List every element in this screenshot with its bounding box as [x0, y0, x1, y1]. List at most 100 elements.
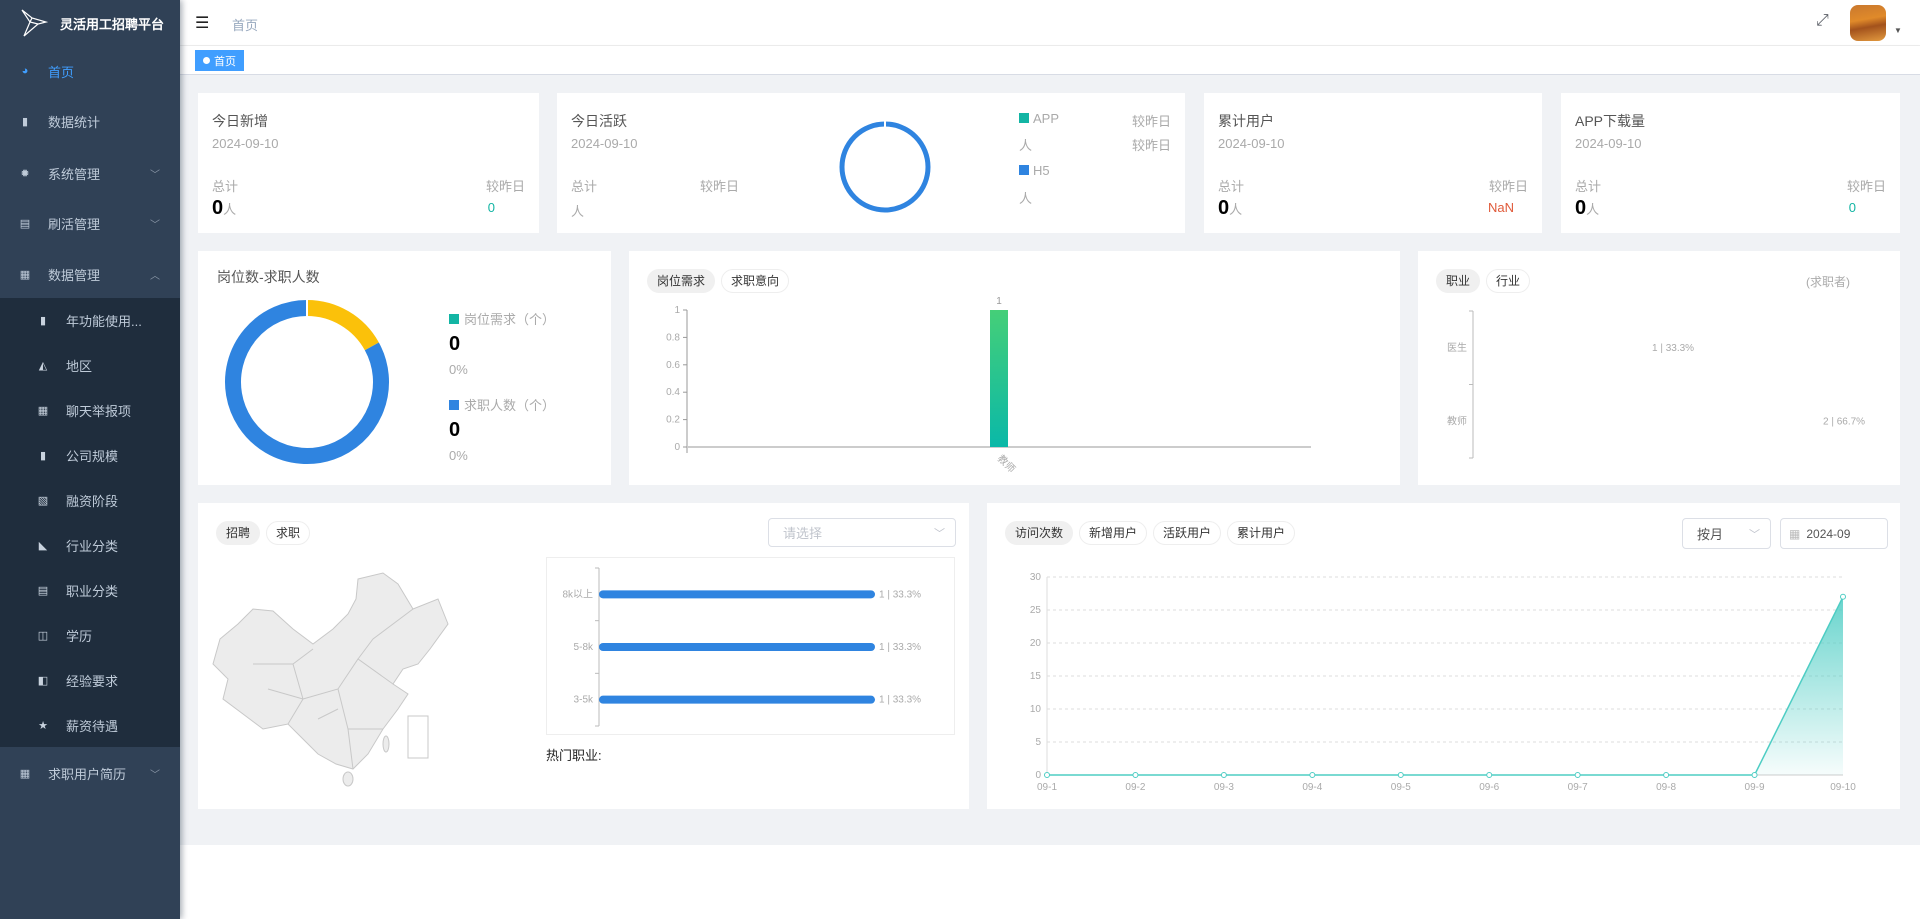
compare-label: 较昨日 — [485, 179, 525, 194]
sidebar-item-resumes[interactable]: ▦ 求职用户简历 ﹀ — [0, 748, 180, 798]
data-submenu: ▮ 年功能使用... ◭ 地区 ▦ 聊天举报项 ▮ 公司规模 ▧ 融资阶段 ◣ 行业分类 ▤… — [0, 298, 180, 747]
china-map[interactable] — [208, 569, 508, 791]
submenu-item[interactable]: ◫ 学历 — [0, 613, 180, 658]
region-select[interactable]: 请选择 ﹀ — [768, 518, 956, 547]
chevron-down-icon: ﹀ — [934, 527, 945, 540]
data-point — [1309, 772, 1316, 778]
submenu-label: 地区 — [66, 359, 93, 374]
x-tick-label: 09-5 — [1391, 782, 1411, 793]
tab-recruit[interactable]: 招聘 — [216, 521, 261, 545]
submenu-item[interactable]: ★ 薪资待遇 — [0, 703, 180, 748]
compare-label: 较昨日 — [1488, 179, 1528, 194]
book-icon: ◫ — [37, 630, 49, 642]
card-title: 今日新增 — [212, 113, 268, 129]
data-label: 2 | 66.7% — [1823, 416, 1865, 427]
compare-value: 0 — [487, 200, 495, 215]
card-date: 2024-09-10 — [571, 136, 638, 151]
seekers-value: 0 — [449, 419, 461, 441]
occupation-card: 职业 行业 (求职者) 医生 1 | 33.3% 教师 2 | 66.7% — [1418, 251, 1900, 485]
legend-h5: H5 — [1019, 163, 1050, 178]
sidebar-item-data[interactable]: ▦ 数据管理 ︿ — [0, 249, 180, 299]
submenu-label: 薪资待遇 — [66, 719, 119, 734]
hamburger-toggle-icon[interactable]: ☰ — [195, 13, 209, 33]
submenu-label: 学历 — [66, 629, 93, 644]
y-tick-label: 15 — [1030, 671, 1042, 682]
jobs-percent: 0% — [449, 362, 468, 377]
total-value: 0人 — [1218, 197, 1243, 219]
submenu-item[interactable]: ◣ 行业分类 — [0, 523, 180, 568]
bird-logo-icon — [21, 9, 48, 37]
logo[interactable]: 灵活用工招聘平台 — [0, 0, 180, 46]
total-label: 总计 — [571, 179, 598, 194]
x-tick-label: 09-4 — [1302, 782, 1322, 793]
submenu-item[interactable]: ◧ 经验要求 — [0, 658, 180, 703]
fullscreen-icon[interactable]: ⤢ — [1816, 12, 1829, 30]
compare-value: 0 — [1848, 200, 1856, 215]
sidebar-item-home[interactable]: ◕ 首页 — [0, 46, 180, 96]
submenu-label: 职业分类 — [66, 584, 119, 599]
x-tick-label: 09-1 — [1037, 782, 1057, 793]
card-date: 2024-09-10 — [1218, 136, 1285, 151]
y-tick-label: 0.8 — [666, 332, 680, 343]
series-line — [1047, 596, 1844, 776]
submenu-item[interactable]: ◭ 地区 — [0, 343, 180, 388]
tab-jobseek[interactable]: 求职 — [266, 521, 311, 545]
submenu-item[interactable]: ▦ 聊天举报项 — [0, 388, 180, 433]
breadcrumb[interactable]: 首页 — [232, 15, 258, 34]
salary-chart-box: 8k以上 1 | 33.3% 5-8k 1 | 33.3% 3-5k 1 | 33.3% — [546, 557, 955, 735]
total-label: 总计 — [212, 179, 239, 194]
jobs-seekers-donut — [225, 299, 389, 464]
avatar[interactable] — [1850, 5, 1886, 41]
submenu-item[interactable]: ▮ 公司规模 — [0, 433, 180, 478]
recruitment-card: 招聘 求职 请选择 ﹀ 8k以上 1 | 33.3% 5-8k 1 | 33.3% 3-5k… — [198, 503, 969, 809]
legend-swatch — [449, 314, 459, 324]
app-title: 灵活用工招聘平台 — [60, 16, 165, 32]
y-tick-label: 25 — [1030, 605, 1042, 616]
y-tick-label: 0 — [1035, 770, 1041, 781]
sidebar-item-label: 首页 — [48, 64, 75, 80]
h5-compare-label: 较昨日 — [1131, 138, 1171, 153]
sidebar-item-statistics[interactable]: ▮ 数据统计 — [0, 96, 180, 146]
gear-icon: ✹ — [20, 167, 30, 180]
south-sea-inset — [407, 715, 429, 759]
x-tick-label: 09-6 — [1479, 782, 1499, 793]
caret-down-icon[interactable]: ▼ — [1894, 26, 1902, 35]
data-point — [1663, 772, 1670, 778]
y-tick-label: 10 — [1030, 704, 1042, 715]
jobs-value: 0 — [449, 333, 461, 355]
y-tick-label: 医生 — [1447, 341, 1467, 354]
pulse-icon: ▧ — [37, 495, 49, 507]
data-point — [1574, 772, 1581, 778]
stat-card-total-users: 累计用户 2024-09-10 总计 0人 较昨日 NaN — [1204, 93, 1542, 233]
legend-swatch — [1019, 113, 1029, 123]
salary-bar-chart: 8k以上 1 | 33.3% 5-8k 1 | 33.3% 3-5k 1 | 33.3% — [562, 567, 921, 727]
h5-unit: 人 — [1019, 191, 1033, 206]
data-label: 1 | 33.3% — [879, 589, 921, 600]
tag-home[interactable]: 首页 — [195, 50, 244, 71]
map-taiwan — [382, 735, 390, 753]
submenu-item[interactable]: ▤ 职业分类 — [0, 568, 180, 613]
position-demand-card: 岗位需求 求职意向 0 0.2 0.4 0.6 0.8 1 1 教师 — [629, 251, 1400, 485]
submenu-label: 经验要求 — [66, 674, 119, 689]
submenu-item[interactable]: ▮ 年功能使用... — [0, 298, 180, 343]
sidebar-item-label: 刷活管理 — [48, 216, 101, 232]
total-label: 总计 — [1575, 179, 1602, 194]
sidebar-item-system[interactable]: ✹ 系统管理 ﹀ — [0, 148, 180, 198]
submenu-item[interactable]: ▧ 融资阶段 — [0, 478, 180, 523]
map-mainland — [212, 572, 449, 770]
donut-ring-h5 — [839, 121, 931, 213]
bar-chart-icon: ▮ — [39, 315, 47, 327]
position-demand-bar-chart: 0 0.2 0.4 0.6 0.8 1 1 教师 — [666, 296, 1311, 475]
stat-card-app-downloads: APP下载量 2024-09-10 总计 0人 较昨日 0 — [1561, 93, 1900, 233]
x-tick-label: 09-9 — [1745, 782, 1765, 793]
seekers-percent: 0% — [449, 448, 468, 463]
stat-card-active-today: 今日活跃 2024-09-10 总计 人 较昨日 APP 人 较昨日 较昨日 H… — [557, 93, 1185, 233]
sidebar-item-refresh[interactable]: ▤ 刷活管理 ﹀ — [0, 198, 180, 248]
y-tick-label: 0.2 — [666, 415, 680, 426]
data-point — [1397, 772, 1404, 778]
submenu-label: 行业分类 — [66, 539, 119, 554]
data-point — [1132, 772, 1139, 778]
visits-card: 访问次数 新增用户 活跃用户 累计用户 按月 ﹀ ▦ 2024-09 0 5 10 15 20 25… — [987, 503, 1900, 809]
donut-slice — [306, 300, 379, 351]
factory-icon: ◣ — [38, 540, 48, 552]
